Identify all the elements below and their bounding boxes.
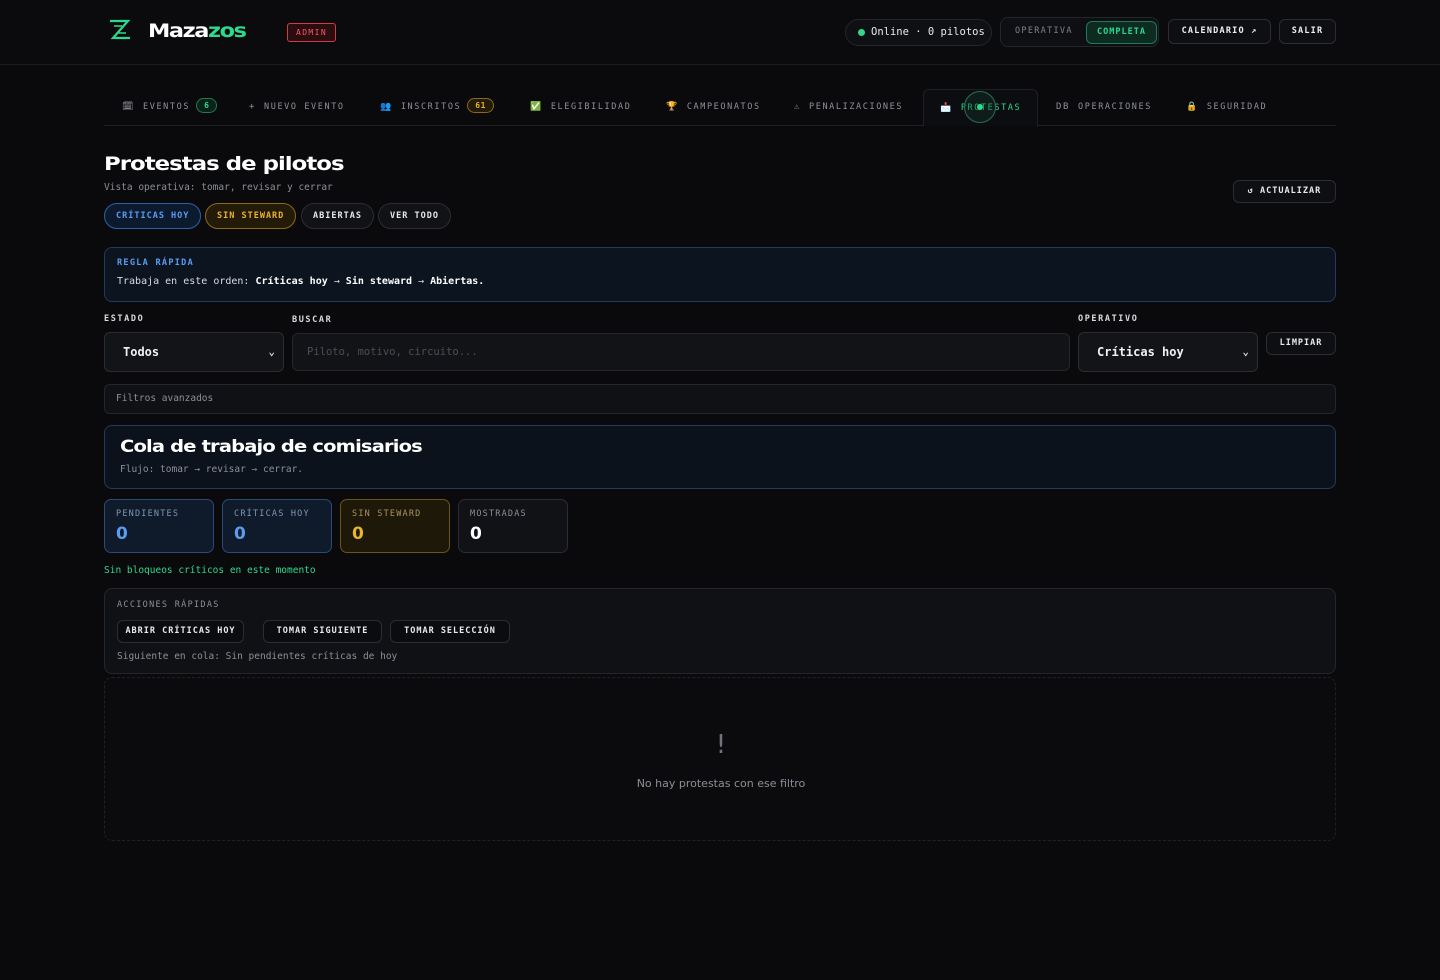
logo-icon [110,19,131,40]
no-blockers-message: Sin bloqueos críticos en este momento [104,565,316,576]
queue-header-panel: Cola de trabajo de comisarios Flujo: tom… [104,425,1336,489]
stat-value: 0 [116,524,128,544]
chip-criticas-hoy[interactable]: CRÍTICAS HOY [104,203,202,229]
estado-select[interactable]: Todos ⌄ [104,332,284,372]
stat-value: 0 [352,524,364,544]
lock-icon: 🔒 [1186,102,1199,112]
stat-label: MOSTRADAS [470,509,527,519]
warning-icon: ⚠ [794,102,802,112]
admin-badge: ADMIN [287,23,337,42]
estado-label: ESTADO [104,314,145,324]
tab-label: EVENTOS [143,102,191,112]
stat-mostradas: MOSTRADAS 0 [458,499,568,553]
tab-label: NUEVO EVENTO [264,102,345,112]
page-subtitle: Vista operativa: tomar, revisar y cerrar [104,182,333,193]
mode-toggle: OPERATIVA COMPLETA [1000,17,1159,47]
rule-text: Trabaja en este orden: Críticas hoy → Si… [117,276,484,287]
tab-label: PENALIZACIONES [809,102,904,112]
queue-subtitle: Flujo: tomar → revisar → cerrar. [120,464,304,475]
stat-sin-steward: SIN STEWARD 0 [340,499,450,553]
buscar-label: BUSCAR [292,315,333,325]
quick-actions-panel: ACCIONES RÁPIDAS ABRIR CRÍTICAS HOY TOMA… [104,588,1336,674]
calendar-button[interactable]: CALENDARIO ↗ [1168,19,1271,44]
operativo-label: OPERATIVO [1078,314,1139,324]
quick-rule-panel: REGLA RÁPIDA Trabaja en este orden: Crít… [104,247,1336,302]
rule-prefix: Trabaja en este orden: [117,276,256,287]
advanced-filters-toggle[interactable]: Filtros avanzados [104,384,1336,414]
refresh-button[interactable]: ↺ ACTUALIZAR [1233,180,1336,203]
protests-list-empty: ! No hay protestas con ese filtro [104,677,1336,841]
online-status-text: Online · 0 pilotos [871,26,985,38]
tab-inscritos[interactable]: 👥 INSCRITOS 61 [380,89,494,126]
rule-arrow: → [327,276,346,287]
search-input[interactable] [292,333,1070,371]
mode-completa-button[interactable]: COMPLETA [1086,21,1157,44]
tab-nuevo-evento[interactable]: + NUEVO EVENTO [249,89,345,126]
estado-value: Todos [123,345,160,359]
tab-count-badge: 61 [467,98,494,113]
operativo-value: Críticas hoy [1097,345,1184,359]
stat-label: PENDIENTES [116,509,180,519]
chip-sin-steward[interactable]: SIN STEWARD [205,203,297,229]
tab-label: OPERACIONES [1078,102,1152,112]
logo-wordmark[interactable]: Mazazos [148,18,247,44]
next-in-queue-text: Siguiente en cola: Sin pendientes crític… [117,651,398,662]
stat-pendientes: PENDIENTES 0 [104,499,214,553]
tab-label: INSCRITOS [400,102,462,112]
take-selection-button[interactable]: TOMAR SELECCIÓN [390,620,510,643]
rule-step: Críticas hoy [255,276,328,287]
empty-message: No hay protestas con ese filtro [636,777,806,790]
tab-eventos[interactable]: 🗓 EVENTOS 6 [122,89,218,126]
mode-operativa-button[interactable]: OPERATIVA [1015,26,1073,36]
chevron-down-icon: ⌄ [1242,345,1249,358]
alert-icon: ! [715,730,727,760]
operativo-select[interactable]: Críticas hoy ⌄ [1078,332,1258,372]
logout-button[interactable]: SALIR [1279,19,1336,44]
stat-label: CRÍTICAS HOY [234,509,310,519]
rule-step: Abiertas. [430,276,485,287]
queue-title: Cola de trabajo de comisarios [120,437,423,456]
online-dot-icon [858,29,865,36]
top-bar: Mazazos ADMIN Online · 0 pilotos OPERATI… [0,0,1440,65]
chip-abiertas[interactable]: ABIERTAS [301,203,374,229]
chip-ver-todo[interactable]: VER TODO [378,203,451,229]
rule-step: Sin steward [345,276,413,287]
tab-elegibilidad[interactable]: ✅ ELEGIBILIDAD [530,89,631,126]
tab-campeonatos[interactable]: 🏆 CAMPEONATOS [666,89,761,126]
logo-main: Maza [148,20,209,42]
chevron-down-icon: ⌄ [268,345,275,358]
tab-label: ELEGIBILIDAD [550,102,632,112]
database-icon: DB [1056,102,1071,112]
check-icon: ✅ [530,102,543,112]
trophy-icon: 🏆 [666,102,679,112]
stat-value: 0 [470,524,482,544]
stat-criticas-hoy: CRÍTICAS HOY 0 [222,499,332,553]
tab-penalizaciones[interactable]: ⚠ PENALIZACIONES [794,89,903,126]
rule-arrow: → [412,276,431,287]
take-next-button[interactable]: TOMAR SIGUIENTE [263,620,382,643]
page-title: Protestas de pilotos [104,153,345,175]
quick-actions-title: ACCIONES RÁPIDAS [117,600,220,610]
inbox-icon: 📩 [940,103,953,113]
plus-icon: + [249,102,257,112]
calendar-icon: 🗓 [122,102,136,112]
users-icon: 👥 [380,102,393,112]
stat-value: 0 [234,524,246,544]
main-tabs: 🗓 EVENTOS 6 + NUEVO EVENTO 👥 INSCRITOS 61 ✅ EL… [104,89,1336,127]
open-criticas-button[interactable]: ABRIR CRÍTICAS HOY [117,620,244,643]
cursor-dot [977,104,983,110]
clear-filters-button[interactable]: LIMPIAR [1266,332,1336,355]
tab-seguridad[interactable]: 🔒 SEGURIDAD [1186,89,1267,126]
tab-operaciones[interactable]: DB OPERACIONES [1056,89,1152,126]
rule-title: REGLA RÁPIDA [117,258,195,268]
tab-count-badge: 6 [196,98,218,113]
tab-label: CAMPEONATOS [686,102,761,112]
online-status: Online · 0 pilotos [845,19,992,46]
tab-label: SEGURIDAD [1206,102,1268,112]
logo-accent: zos [207,20,247,42]
stat-label: SIN STEWARD [352,509,422,519]
